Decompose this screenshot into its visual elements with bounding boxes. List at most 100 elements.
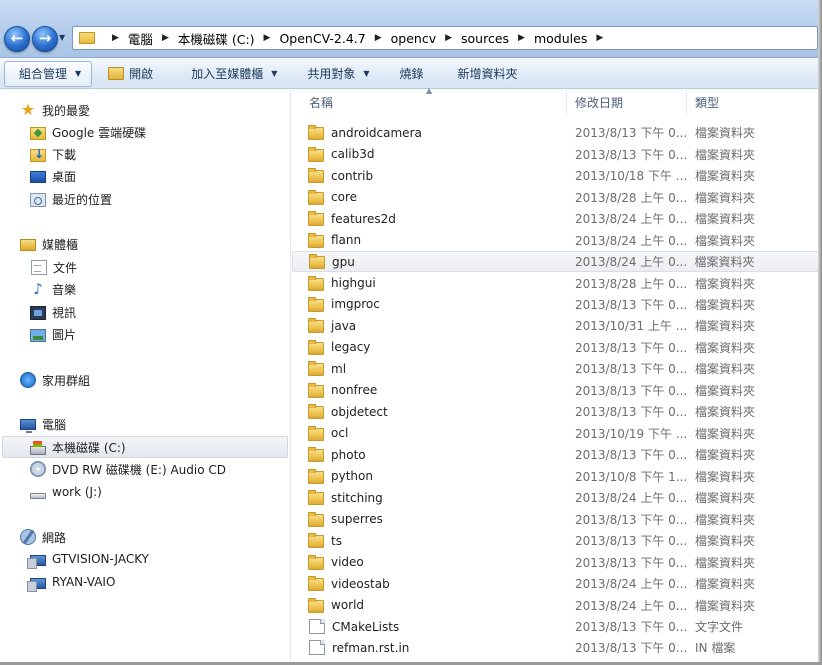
address-bar[interactable]: ▶ 電腦 ▶ 本機磁碟 (C:) ▶ OpenCV-2.4.7 ▶ opencv… [72,26,818,50]
nav-network[interactable]: 網路 [20,526,66,548]
nav-homegroup[interactable]: 家用群組 [20,369,90,391]
file-name-cell[interactable]: ts [292,533,567,549]
breadcrumb-separator-icon[interactable]: ▶ [162,33,169,43]
file-row[interactable]: java 2013/10/31 上午 ... 檔案資料夾 [292,315,822,336]
nav-favorites[interactable]: ★ 我的最愛 [20,99,90,121]
navigation-pane[interactable]: ★ 我的最愛 Google 雲端硬碟 下載 桌面 最近的位置 媒體櫃 文件 ♪ … [0,90,291,665]
file-row[interactable]: nonfree 2013/8/13 下午 0... 檔案資料夾 [292,380,822,401]
file-row[interactable]: contrib 2013/10/18 下午 ... 檔案資料夾 [292,165,822,186]
breadcrumb-modules[interactable]: modules [534,31,587,46]
nav-item-google-drive[interactable]: Google 雲端硬碟 [30,121,146,143]
file-name-cell[interactable]: CMakeLists [292,619,567,635]
add-to-library-button[interactable]: 加入至媒體櫃 ▼ [183,61,285,87]
file-row[interactable]: imgproc 2013/8/13 下午 0... 檔案資料夾 [292,294,822,315]
nav-item-videos[interactable]: 視訊 [30,301,76,323]
sort-ascending-icon: ▲ [426,86,433,95]
file-name-cell[interactable]: flann [292,232,567,248]
file-row[interactable]: stitching 2013/8/24 上午 0... 檔案資料夾 [292,487,822,508]
file-row[interactable]: photo 2013/8/13 下午 0... 檔案資料夾 [292,444,822,465]
organize-button[interactable]: 組合管理 ▼ [4,60,93,87]
file-name-cell[interactable]: photo [292,447,567,463]
window-edge [818,0,822,665]
file-row[interactable]: features2d 2013/8/24 上午 0... 檔案資料夾 [292,208,822,229]
file-name-cell[interactable]: ocl [292,425,567,441]
file-row[interactable]: python 2013/10/8 下午 1... 檔案資料夾 [292,466,822,487]
file-name-cell[interactable]: nonfree [292,382,567,398]
breadcrumb-opencv[interactable]: opencv [391,31,436,46]
nav-item-documents[interactable]: 文件 [30,256,77,278]
back-button[interactable]: ← [4,26,30,52]
nav-item-desktop[interactable]: 桌面 [30,165,76,187]
file-row[interactable]: highgui 2013/8/28 上午 0... 檔案資料夾 [292,272,822,293]
file-row[interactable]: gpu 2013/8/24 上午 0... 檔案資料夾 [292,250,822,273]
file-name-cell[interactable]: objdetect [292,404,567,420]
file-row[interactable]: androidcamera 2013/8/13 下午 0... 檔案資料夾 [292,122,822,143]
burn-button[interactable]: 燒錄 [392,61,432,87]
file-row[interactable]: legacy 2013/8/13 下午 0... 檔案資料夾 [292,337,822,358]
file-name-cell[interactable]: androidcamera [292,125,567,141]
file-row[interactable]: refman.rst.in 2013/8/13 下午 0... IN 檔案 [292,637,822,658]
breadcrumb-local-disk[interactable]: 本機磁碟 (C:) [178,29,255,48]
nav-libraries[interactable]: 媒體櫃 [20,233,78,255]
file-name-cell[interactable]: python [292,468,567,484]
breadcrumb-separator-icon[interactable]: ▶ [445,33,452,43]
file-row[interactable]: world 2013/8/24 上午 0... 檔案資料夾 [292,594,822,615]
new-folder-button[interactable]: 新增資料夾 [450,61,526,87]
file-name-cell[interactable]: features2d [292,211,567,227]
nav-item-downloads[interactable]: 下載 [30,143,76,165]
breadcrumb-opencv-247[interactable]: OpenCV-2.4.7 [279,31,365,46]
nav-item-ryan-vaio[interactable]: RYAN-VAIO [27,571,115,593]
nav-item-local-disk-c[interactable]: 本機磁碟 (C:) [2,436,288,458]
file-name-cell[interactable]: ml [292,361,567,377]
nav-item-work-drive[interactable]: work (J:) [30,481,102,503]
network-computer-icon [27,577,46,592]
nav-item-music[interactable]: ♪ 音樂 [30,278,76,300]
breadcrumb-separator-icon[interactable]: ▶ [375,33,382,43]
file-list[interactable]: ▲ 名稱 修改日期 類型 androidcamera 2013/8/13 下午 0… [292,86,822,665]
breadcrumb-computer[interactable]: 電腦 [128,29,153,48]
file-name-cell[interactable]: calib3d [292,146,567,162]
folder-icon [308,318,324,334]
forward-button[interactable]: → [32,26,58,52]
file-name-cell[interactable]: imgproc [292,296,567,312]
file-row[interactable]: objdetect 2013/8/13 下午 0... 檔案資料夾 [292,401,822,422]
file-row[interactable]: video 2013/8/13 下午 0... 檔案資料夾 [292,551,822,572]
file-name-cell[interactable]: gpu [293,254,567,270]
recent-pages-chevron-icon[interactable]: ▼ [59,33,65,42]
breadcrumb-separator-icon[interactable]: ▶ [112,33,119,43]
file-row[interactable]: flann 2013/8/24 上午 0... 檔案資料夾 [292,229,822,250]
file-row[interactable]: calib3d 2013/8/13 下午 0... 檔案資料夾 [292,143,822,164]
file-name-cell[interactable]: legacy [292,339,567,355]
nav-item-recent-places[interactable]: 最近的位置 [30,188,112,210]
file-row[interactable]: ocl 2013/10/19 下午 ... 檔案資料夾 [292,423,822,444]
file-name-cell[interactable]: superres [292,511,567,527]
column-header-date-modified[interactable]: 修改日期 [567,90,687,114]
file-row[interactable]: CMakeLists 2013/8/13 下午 0... 文字文件 [292,616,822,637]
file-row[interactable]: superres 2013/8/13 下午 0... 檔案資料夾 [292,508,822,529]
file-name-cell[interactable]: stitching [292,490,567,506]
file-row[interactable]: ts 2013/8/13 下午 0... 檔案資料夾 [292,530,822,551]
breadcrumb-separator-icon[interactable]: ▶ [518,33,525,43]
column-header-name[interactable]: ▲ 名稱 [292,86,567,114]
file-row[interactable]: ml 2013/8/13 下午 0... 檔案資料夾 [292,358,822,379]
file-row[interactable]: videostab 2013/8/24 上午 0... 檔案資料夾 [292,573,822,594]
open-button[interactable]: 開啟 [100,61,161,87]
file-name-cell[interactable]: java [292,318,567,334]
nav-item-pictures[interactable]: 圖片 [30,323,76,345]
breadcrumb-separator-icon[interactable]: ▶ [596,33,603,43]
file-name-cell[interactable]: world [292,597,567,613]
file-name-cell[interactable]: highgui [292,275,567,291]
file-row[interactable]: core 2013/8/28 上午 0... 檔案資料夾 [292,186,822,207]
file-name-cell[interactable]: core [292,189,567,205]
column-header-type[interactable]: 類型 [687,90,822,114]
file-name-cell[interactable]: videostab [292,576,567,592]
nav-item-dvd-drive[interactable]: DVD RW 磁碟機 (E:) Audio CD [30,458,226,480]
share-with-button[interactable]: 共用對象 ▼ [299,61,377,87]
nav-item-gtvision-jacky[interactable]: GTVISION-JACKY [27,548,149,570]
breadcrumb-sources[interactable]: sources [461,31,509,46]
file-name-cell[interactable]: refman.rst.in [292,640,567,656]
file-name-cell[interactable]: video [292,554,567,570]
nav-computer[interactable]: 電腦 [20,413,66,435]
file-name-cell[interactable]: contrib [292,168,567,184]
breadcrumb-separator-icon[interactable]: ▶ [264,33,271,43]
